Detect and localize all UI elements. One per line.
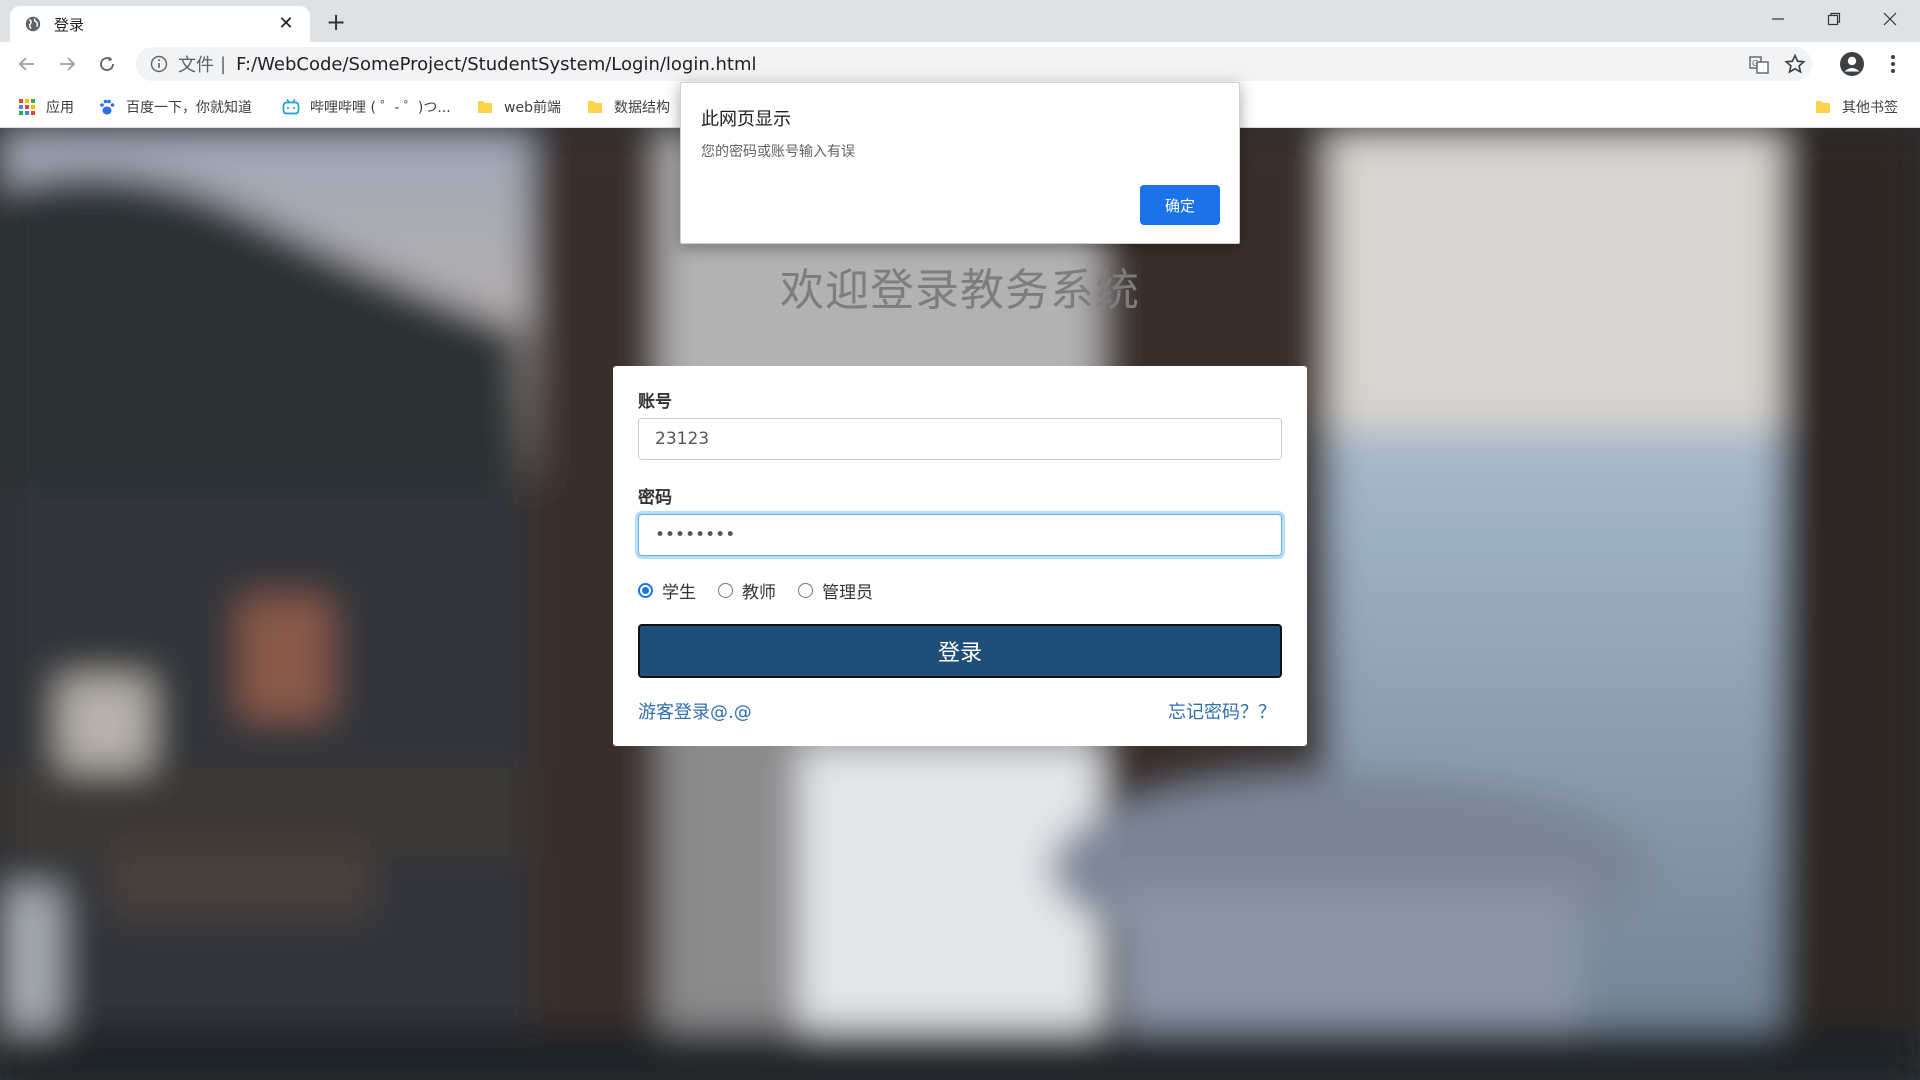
bilibili-icon xyxy=(282,98,300,115)
address-bar[interactable]: 文件 | F:/WebCode/SomeProject/StudentSyste… xyxy=(136,47,1812,81)
bookmark-baidu[interactable]: 百度一下，你就知道 xyxy=(98,96,252,118)
bookmark-folder-other[interactable]: 其他书签 xyxy=(1814,96,1898,118)
radio-checked-icon[interactable] xyxy=(638,582,653,598)
dialog-title: 此网页显示 xyxy=(701,109,791,130)
bookmark-label: 哔哩哔哩 ( ゜- ゜)つ... xyxy=(310,100,451,116)
bookmark-bilibili[interactable]: 哔哩哔哩 ( ゜- ゜)つ... xyxy=(282,96,451,118)
login-card: 账号 23123 密码 •••••••• 学生 教师 管理员 登录 游客登录@.… xyxy=(613,366,1307,746)
translate-icon[interactable]: G xyxy=(1748,54,1770,76)
reload-icon[interactable] xyxy=(93,50,121,78)
radio-unchecked-icon[interactable] xyxy=(718,582,733,598)
tab-close-icon[interactable]: ✕ xyxy=(276,14,296,34)
radio-unchecked-icon[interactable] xyxy=(798,582,813,598)
role-radio-admin[interactable]: 管理员 xyxy=(798,578,873,603)
bookmark-label: 数据结构 xyxy=(614,100,670,116)
page-title: 欢迎登录教务系统 xyxy=(780,265,1140,316)
dialog-message: 您的密码或账号输入有误 xyxy=(701,144,855,160)
bookmark-label: 百度一下，你就知道 xyxy=(126,100,252,116)
bookmark-apps[interactable]: 应用 xyxy=(18,96,74,118)
role-radio-student[interactable]: 学生 xyxy=(638,578,696,603)
back-arrow-icon[interactable] xyxy=(13,50,41,78)
browser-titlebar: 登录 ✕ + xyxy=(0,0,1920,42)
radio-label: 教师 xyxy=(742,582,776,603)
radio-label: 管理员 xyxy=(822,582,873,603)
page-viewport: 欢迎登录教务系统 账号 23123 密码 •••••••• 学生 教师 管理员 … xyxy=(0,128,1920,1080)
bookmark-label: 其他书签 xyxy=(1842,100,1898,116)
folder-icon xyxy=(588,101,602,113)
window-close-icon[interactable] xyxy=(1862,0,1918,38)
folder-icon xyxy=(1816,101,1830,113)
bookmark-star-icon[interactable] xyxy=(1784,53,1806,75)
browser-tab[interactable]: 登录 ✕ xyxy=(10,6,310,42)
restore-icon[interactable] xyxy=(1806,0,1862,38)
bookmark-label: 应用 xyxy=(46,100,74,116)
kebab-menu-icon[interactable] xyxy=(1882,50,1904,78)
dialog-ok-button[interactable]: 确定 xyxy=(1140,185,1220,225)
forward-arrow-icon[interactable] xyxy=(53,50,81,78)
tab-title: 登录 xyxy=(54,15,85,34)
card-links: 游客登录@.@ 忘记密码？？ xyxy=(638,698,1282,726)
apps-grid-icon xyxy=(19,99,35,115)
bookmark-label: web前端 xyxy=(504,100,561,116)
url-scheme: 文件 xyxy=(178,55,214,76)
globe-icon xyxy=(25,16,41,32)
password-label: 密码 xyxy=(638,488,672,508)
info-icon[interactable] xyxy=(150,55,168,73)
url-text[interactable]: F:/WebCode/SomeProject/StudentSystem/Log… xyxy=(236,54,756,75)
baidu-paw-icon xyxy=(100,99,115,115)
login-button[interactable]: 登录 xyxy=(638,624,1282,678)
url-separator: | xyxy=(220,53,227,75)
profile-avatar-icon[interactable] xyxy=(1838,50,1866,78)
role-radio-teacher[interactable]: 教师 xyxy=(718,578,776,603)
password-input[interactable]: •••••••• xyxy=(638,514,1282,556)
folder-icon xyxy=(478,101,492,113)
account-label: 账号 xyxy=(638,392,672,412)
guest-login-link[interactable]: 游客登录@.@ xyxy=(638,698,752,726)
minimize-icon[interactable] xyxy=(1750,0,1806,38)
role-radio-group: 学生 教师 管理员 xyxy=(638,578,1282,603)
account-input[interactable]: 23123 xyxy=(638,418,1282,460)
svg-text:G: G xyxy=(1752,59,1758,68)
bookmark-folder-web[interactable]: web前端 xyxy=(476,96,561,118)
new-tab-icon[interactable]: + xyxy=(322,8,350,36)
browser-toolbar: 文件 | F:/WebCode/SomeProject/StudentSyste… xyxy=(0,42,1920,86)
forgot-password-link[interactable]: 忘记密码？？ xyxy=(1168,698,1276,726)
alert-dialog: 此网页显示 您的密码或账号输入有误 确定 xyxy=(680,82,1240,244)
radio-label: 学生 xyxy=(662,582,696,603)
bookmark-folder-ds[interactable]: 数据结构 xyxy=(586,96,670,118)
